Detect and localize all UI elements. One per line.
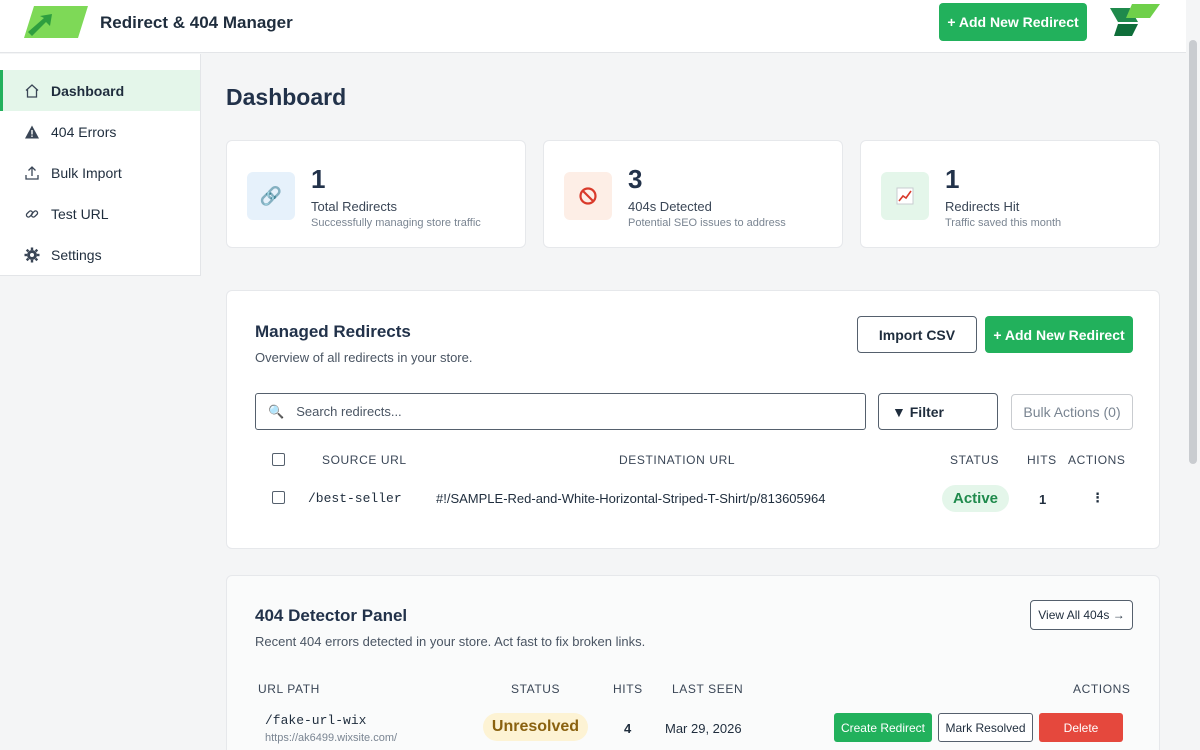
column-header-actions: ACTIONS	[1068, 453, 1126, 467]
hits-count: 1	[1039, 492, 1047, 507]
site-url: https://ak6499.wixsite.com/	[265, 732, 398, 744]
hits-count: 4	[624, 721, 632, 736]
detector-title: 404 Detector Panel	[255, 606, 408, 625]
upload-icon	[23, 164, 41, 182]
sidebar-item-404-errors[interactable]: 404 Errors	[0, 111, 200, 152]
stat-label: Total Redirects	[311, 199, 397, 214]
managed-redirects-title: Managed Redirects	[255, 322, 411, 341]
stat-card-total-redirects: 🔗 1 Total Redirects Successfully managin…	[226, 140, 526, 248]
sidebar-item-test-url[interactable]: Test URL	[0, 193, 200, 234]
app-title: Redirect & 404 Manager	[100, 13, 293, 32]
stat-subtitle: Potential SEO issues to address	[628, 217, 786, 229]
stat-card-redirects-hit: 1 Redirects Hit Traffic saved this month	[860, 140, 1160, 248]
sidebar-item-label: Dashboard	[51, 82, 125, 99]
column-header-hits: HITS	[1027, 453, 1057, 467]
filter-button[interactable]: ▼ Filter	[878, 393, 998, 430]
column-header-url-path: URL PATH	[258, 682, 320, 696]
bulk-actions-button[interactable]: Bulk Actions (0)	[1011, 394, 1133, 430]
status-badge: Unresolved	[483, 713, 588, 741]
managed-redirects-subtitle: Overview of all redirects in your store.	[255, 350, 473, 365]
sidebar-item-label: Settings	[51, 246, 102, 263]
add-redirect-button[interactable]: + Add New Redirect	[985, 316, 1133, 353]
home-icon	[23, 82, 41, 100]
import-csv-button[interactable]: Import CSV	[857, 316, 977, 353]
filter-icon: ▼	[892, 403, 906, 420]
row-checkbox[interactable]	[272, 491, 285, 504]
stat-subtitle: Traffic saved this month	[945, 217, 1062, 229]
stat-value: 1	[311, 164, 326, 194]
row-actions-menu-icon[interactable]: ⋮	[1091, 490, 1104, 506]
view-all-404s-button[interactable]: View All 404s →	[1030, 600, 1133, 630]
prohibited-icon	[564, 172, 612, 220]
column-header-actions: ACTIONS	[1073, 682, 1131, 696]
column-header-last-seen: LAST SEEN	[672, 682, 744, 696]
chart-up-icon	[881, 172, 929, 220]
managed-redirects-card: Managed Redirects Overview of all redire…	[226, 290, 1160, 549]
link-icon: 🔗	[247, 172, 295, 220]
search-box[interactable]: 🔍	[255, 393, 866, 430]
top-header: Redirect & 404 Manager + Add New Redirec…	[0, 0, 1186, 53]
mark-resolved-button[interactable]: Mark Resolved	[938, 713, 1033, 742]
stat-value: 1	[945, 164, 960, 194]
sidebar-item-bulk-import[interactable]: Bulk Import	[0, 152, 200, 193]
column-header-source: SOURCE URL	[322, 453, 407, 467]
delete-button[interactable]: Delete	[1039, 713, 1123, 742]
gear-icon	[23, 246, 41, 264]
column-header-status: STATUS	[511, 682, 561, 696]
detector-panel-card: 404 Detector Panel Recent 404 errors det…	[226, 575, 1160, 750]
source-url: /best-seller	[308, 491, 402, 506]
destination-url: #!/SAMPLE-Red-and-White-Horizontal-Strip…	[436, 491, 826, 506]
stat-subtitle: Successfully managing store traffic	[311, 217, 481, 229]
app-logo-icon	[24, 6, 88, 38]
sidebar-item-label: 404 Errors	[51, 123, 117, 140]
page-title: Dashboard	[226, 84, 347, 110]
column-header-status: STATUS	[950, 453, 1000, 467]
sidebar-item-dashboard[interactable]: Dashboard	[0, 70, 200, 111]
warning-icon	[23, 123, 41, 141]
stat-value: 3	[628, 164, 643, 194]
status-badge: Active	[942, 485, 1009, 512]
select-all-checkbox[interactable]	[272, 453, 285, 466]
vertical-scrollbar[interactable]	[1186, 0, 1200, 750]
brand-logo-icon	[1110, 4, 1160, 36]
sidebar: Dashboard 404 Errors Bulk Import Test UR…	[0, 54, 201, 276]
search-input[interactable]	[296, 404, 837, 419]
last-seen-date: Mar 29, 2026	[665, 721, 742, 736]
filter-button-label: Filter	[909, 403, 944, 420]
stat-label: Redirects Hit	[945, 199, 1020, 214]
link-icon	[23, 205, 41, 223]
scrollbar-thumb[interactable]	[1189, 40, 1197, 464]
column-header-destination: DESTINATION URL	[619, 453, 736, 467]
sidebar-item-label: Test URL	[51, 205, 109, 222]
stat-card-404s-detected: 3 404s Detected Potential SEO issues to …	[543, 140, 843, 248]
create-redirect-button[interactable]: Create Redirect	[834, 713, 932, 742]
detector-subtitle: Recent 404 errors detected in your store…	[255, 634, 646, 649]
search-icon: 🔍	[268, 403, 285, 419]
column-header-hits: HITS	[613, 682, 643, 696]
stat-label: 404s Detected	[628, 199, 712, 214]
sidebar-item-settings[interactable]: Settings	[0, 234, 200, 275]
header-add-redirect-button[interactable]: + Add New Redirect	[939, 3, 1087, 41]
sidebar-item-label: Bulk Import	[51, 164, 122, 181]
url-path: /fake-url-wix	[265, 713, 367, 728]
